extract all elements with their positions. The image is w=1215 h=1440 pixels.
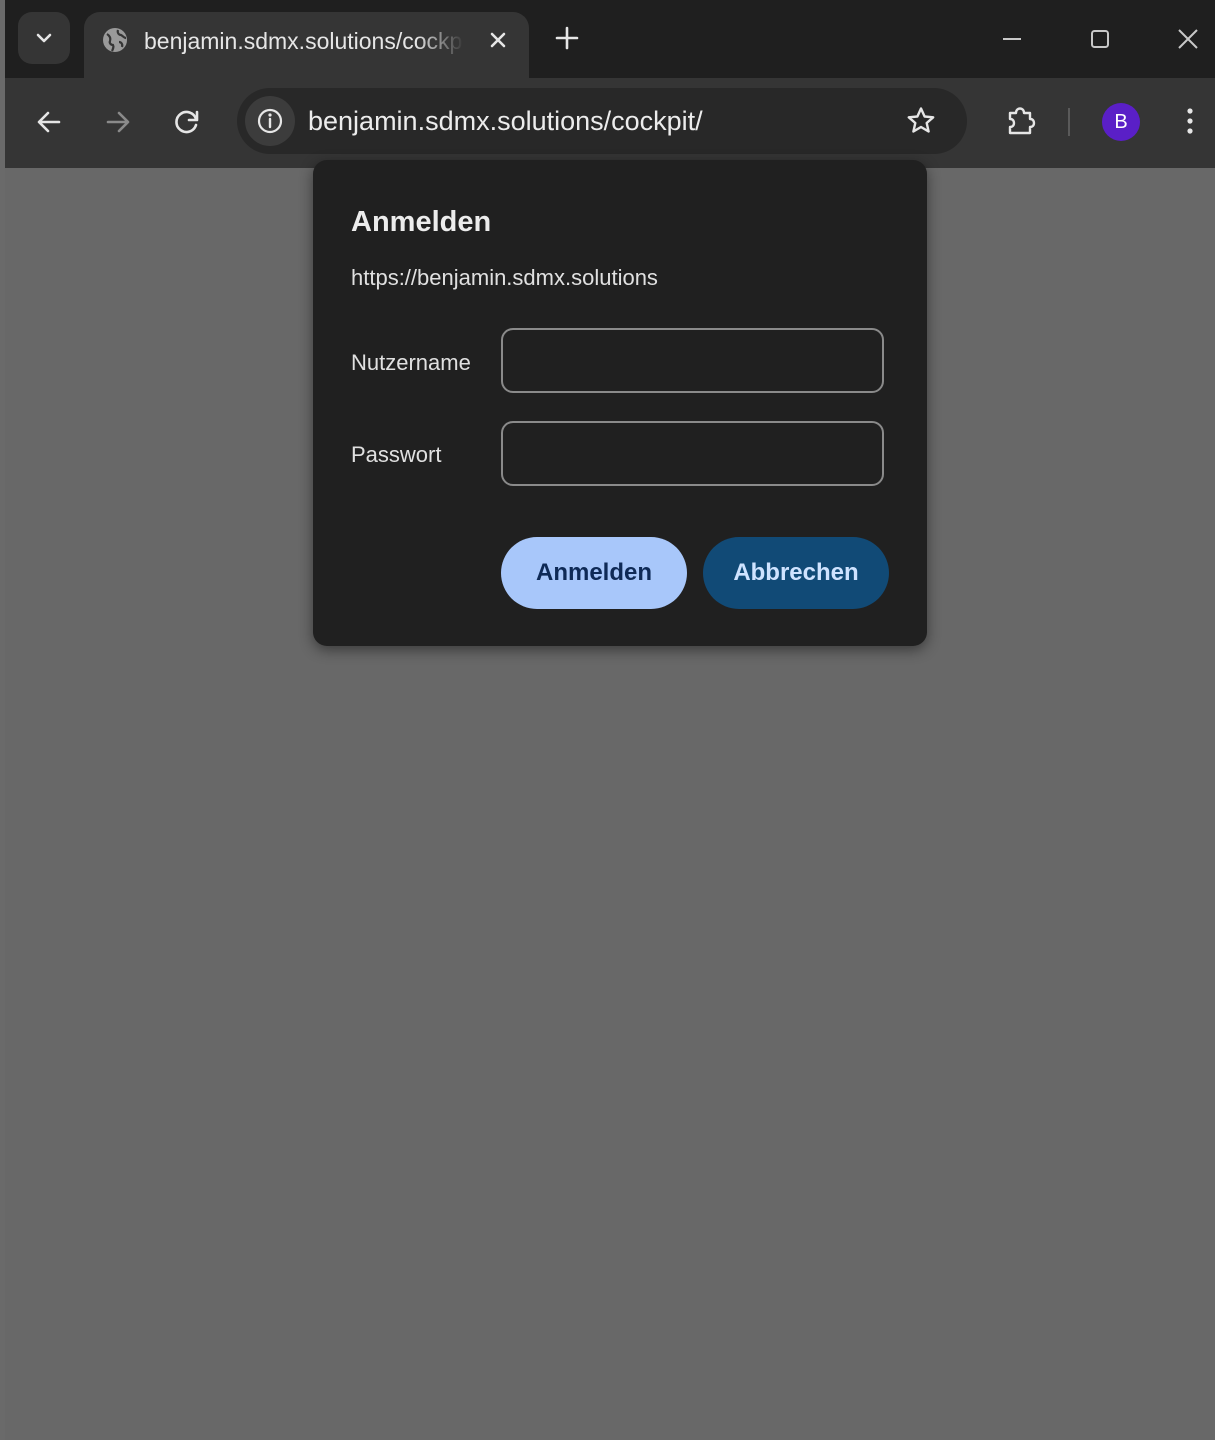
maximize-icon[interactable] — [1085, 24, 1115, 54]
tab-active[interactable]: benjamin.sdmx.solutions/cockpit/ — [84, 12, 529, 78]
tab-title: benjamin.sdmx.solutions/cockpit/ — [144, 28, 464, 54]
globe-icon — [103, 28, 127, 52]
puzzle-icon[interactable] — [1003, 104, 1037, 138]
tab-search-button[interactable] — [18, 12, 70, 64]
forward-arrow-icon[interactable] — [102, 106, 134, 138]
toolbar-divider — [1068, 108, 1070, 136]
cancel-button[interactable]: Abbrechen — [703, 537, 889, 609]
tab-strip: benjamin.sdmx.solutions/cockpit/ — [5, 0, 1215, 78]
browser-window: benjamin.sdmx.solutions/cockpit/ benjami… — [5, 0, 1215, 1440]
reload-icon[interactable] — [171, 106, 203, 138]
star-icon[interactable] — [905, 105, 937, 137]
url-text[interactable]: benjamin.sdmx.solutions/cockpit/ — [308, 105, 703, 137]
browser-toolbar: benjamin.sdmx.solutions/cockpit/ B — [5, 78, 1215, 168]
site-info-button[interactable] — [245, 96, 295, 146]
kebab-menu-icon[interactable] — [1175, 104, 1205, 138]
minimize-icon[interactable] — [997, 24, 1027, 54]
address-bar[interactable]: benjamin.sdmx.solutions/cockpit/ — [237, 88, 967, 154]
sign-in-button[interactable]: Anmelden — [501, 537, 687, 609]
dialog-title: Anmelden — [351, 206, 492, 238]
sign-in-dialog: Anmelden https://benjamin.sdmx.solutions… — [313, 160, 927, 646]
password-label: Passwort — [351, 442, 442, 467]
back-arrow-icon[interactable] — [33, 106, 65, 138]
profile-avatar[interactable]: B — [1102, 103, 1140, 141]
window-close-icon[interactable] — [1173, 24, 1203, 54]
plus-icon[interactable] — [553, 24, 581, 52]
password-input[interactable] — [501, 421, 884, 486]
chevron-down-icon — [36, 33, 52, 43]
dialog-origin: https://benjamin.sdmx.solutions — [351, 265, 658, 290]
close-icon[interactable] — [484, 26, 512, 54]
info-icon — [257, 108, 283, 134]
username-label: Nutzername — [351, 350, 471, 375]
username-input[interactable] — [501, 328, 884, 393]
